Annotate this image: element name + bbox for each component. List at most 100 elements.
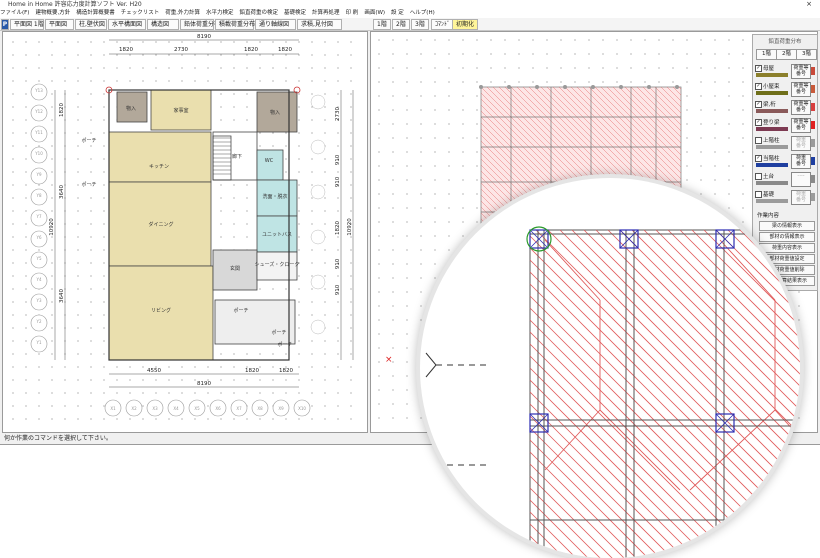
menu-item[interactable]: 印 刷	[346, 10, 359, 16]
toolbar-button[interactable]: 柱,壁伏図	[75, 19, 107, 30]
layer-load-button[interactable]: 荷重 番号	[791, 154, 811, 169]
layer-end-color	[811, 193, 815, 201]
menu-item[interactable]: 建物概要,方針	[35, 10, 70, 16]
floor-tab[interactable]: 1階	[373, 19, 391, 30]
dimension-top: 1820	[119, 47, 133, 53]
floor-select-button[interactable]: 1階	[756, 49, 777, 60]
command-button[interactable]: ｺﾏﾝﾄﾞ	[431, 19, 455, 30]
y-grid-label: Y12	[34, 109, 43, 114]
layer-label: 小屋束	[763, 84, 780, 90]
layer-number-label: 番号	[795, 125, 806, 131]
layer-load-button[interactable]: 荷重 番号	[791, 190, 811, 205]
layer-checkbox[interactable]: ✓	[755, 155, 762, 162]
layer-label: 上階柱	[763, 138, 780, 144]
layer-color-swatch	[756, 145, 788, 149]
initialize-button[interactable]: 初期化	[452, 19, 479, 30]
actions-title: 作業内容	[757, 213, 780, 219]
layer-load-button[interactable]: 荷重 番号	[791, 136, 811, 151]
dimension-top-total: 8190	[197, 34, 211, 40]
layer-color-swatch	[756, 91, 788, 95]
magnified-hatch	[529, 229, 800, 558]
menu-item[interactable]: 荷重,外力計算	[165, 10, 200, 16]
layer-number-label: 番号	[795, 107, 806, 113]
room-label-kitchen: キッチン	[149, 164, 169, 170]
menu-item[interactable]: 構造計算概要書	[76, 10, 115, 16]
layer-load-button[interactable]: 荷重等 番号	[791, 118, 811, 133]
layer-label: 母屋	[763, 66, 775, 72]
action-button[interactable]: 荷重内容表示	[759, 243, 815, 253]
menu-item[interactable]: 設 定	[391, 10, 404, 16]
menu-item[interactable]: 鉛直荷重の検定	[240, 10, 279, 16]
floor-select-button[interactable]: 2階	[776, 49, 797, 60]
room-label-living: リビング	[151, 307, 171, 314]
toolbar: P 平面図 1階 平面図 柱,壁伏図 水平構面図 構造図 鉛体荷重分布 積載荷重分布 通り軸線図…	[0, 18, 820, 31]
y-grid-label: Y3	[36, 298, 42, 303]
toolbar-button[interactable]: 鉛体荷重分布	[180, 19, 220, 30]
layer-load-button[interactable]: 荷重等 番号	[791, 64, 811, 79]
column-node	[647, 85, 651, 89]
menu-bar: ファイル(F) 建物概要,方針 構造計算概要書 チェックリスト 荷重,外力計算 水平力検定…	[0, 9, 820, 18]
magnified-load-drawing	[425, 226, 800, 558]
layer-checkbox[interactable]	[755, 173, 762, 180]
toolbar-button[interactable]: 平面図	[45, 19, 74, 30]
title-bar: Home in Home 許容応力度計算ソフト Ver. H20 ×	[0, 0, 820, 9]
dimension-right: 2730	[335, 107, 341, 121]
toolbar-button[interactable]: 通り軸線図	[255, 19, 296, 30]
layer-checkbox[interactable]: ✓	[755, 101, 762, 108]
menu-item[interactable]: 基礎検定	[284, 10, 306, 16]
y-grid-label: Y2	[36, 319, 42, 324]
y-grid-label: Y8	[36, 193, 42, 198]
floor-select-button[interactable]: 3階	[796, 49, 817, 60]
dimension-top: 2730	[174, 47, 188, 53]
layer-row: ✓ 小屋束 荷重等 番号	[755, 81, 815, 97]
y-grid-label: Y6	[36, 235, 42, 240]
toolbar-button[interactable]: 積載荷重分布	[215, 19, 255, 30]
room-label-shoes: シューズ・クローク	[255, 261, 300, 268]
dimension-left: 1820	[59, 103, 65, 117]
floor-tab[interactable]: 3階	[411, 19, 429, 30]
dimension-right: 910	[335, 154, 341, 165]
grid-bubbles-right	[310, 94, 326, 335]
action-button[interactable]: 部材の情報表示	[759, 232, 815, 242]
layer-checkbox[interactable]	[755, 191, 762, 198]
floor-tab[interactable]: 2階	[392, 19, 410, 30]
dimension-left-total: 10920	[49, 218, 55, 236]
menu-item[interactable]: ファイル(F)	[0, 10, 29, 16]
layer-number-label: 番号	[795, 161, 806, 167]
x-grid-label: X5	[194, 406, 200, 411]
column-node	[675, 85, 679, 89]
layer-label: 梁,桁	[763, 102, 776, 108]
vertical-load-panel: 鉛直荷重分布 1階 2階 3階 ✓ 母屋 荷重等 番号 ✓ 小屋束 荷重等 番号 ✓ 梁,桁 荷重等 番号 ✓…	[752, 34, 818, 291]
room-label-storage1: 物入	[126, 105, 136, 112]
layer-checkbox[interactable]	[755, 137, 762, 144]
layer-end-color	[811, 157, 815, 165]
layer-row: 土台 ----	[755, 171, 815, 187]
menu-item[interactable]: 計算再処理	[312, 10, 340, 16]
menu-item[interactable]: ヘルプ(H)	[410, 10, 435, 16]
layer-checkbox[interactable]: ✓	[755, 83, 762, 90]
x-grid-label: X2	[131, 406, 137, 411]
toolbar-button[interactable]: 構造図	[147, 19, 179, 30]
layer-checkbox[interactable]: ✓	[755, 65, 762, 72]
layer-load-button[interactable]: ----	[791, 172, 811, 187]
menu-item[interactable]: チェックリスト	[121, 10, 160, 16]
room-label-bath: ユニットバス	[262, 232, 292, 238]
column-node	[535, 85, 539, 89]
menu-item[interactable]: 水平力検定	[206, 10, 234, 16]
layer-load-button[interactable]: 荷重等 番号	[791, 100, 811, 115]
toolbar-button[interactable]: 水平構面図	[108, 19, 146, 30]
floor-plan-pane[interactable]: 物入 家事室 物入 ポーチ ポーチ 廊下 キッチン WC 洗面・脱衣 ダイニング ユニットバス 玄関シ…	[2, 31, 368, 433]
dimension-top: 1820	[244, 47, 258, 53]
action-button[interactable]: 梁の情報表示	[759, 221, 815, 231]
layer-checkbox[interactable]: ✓	[755, 119, 762, 126]
toolbar-button[interactable]: 平面図 1階	[10, 19, 44, 30]
layer-row: 基礎 荷重 番号	[755, 189, 815, 205]
menu-item[interactable]: 画面(W)	[364, 10, 385, 16]
floor-plan-drawing[interactable]: 物入 家事室 物入ポーチポーチ廊下キッチンWC洗面・脱衣ダイニングユニットバス玄関シ…	[3, 32, 367, 432]
dimension-left: 3640	[59, 185, 65, 199]
x-grid-label: X7	[236, 406, 242, 411]
close-icon[interactable]: ×	[806, 0, 812, 9]
layer-load-button[interactable]: 荷重等 番号	[791, 82, 811, 97]
dimension-right: 910	[335, 284, 341, 295]
toolbar-button[interactable]: 求積,見付図	[297, 19, 342, 30]
